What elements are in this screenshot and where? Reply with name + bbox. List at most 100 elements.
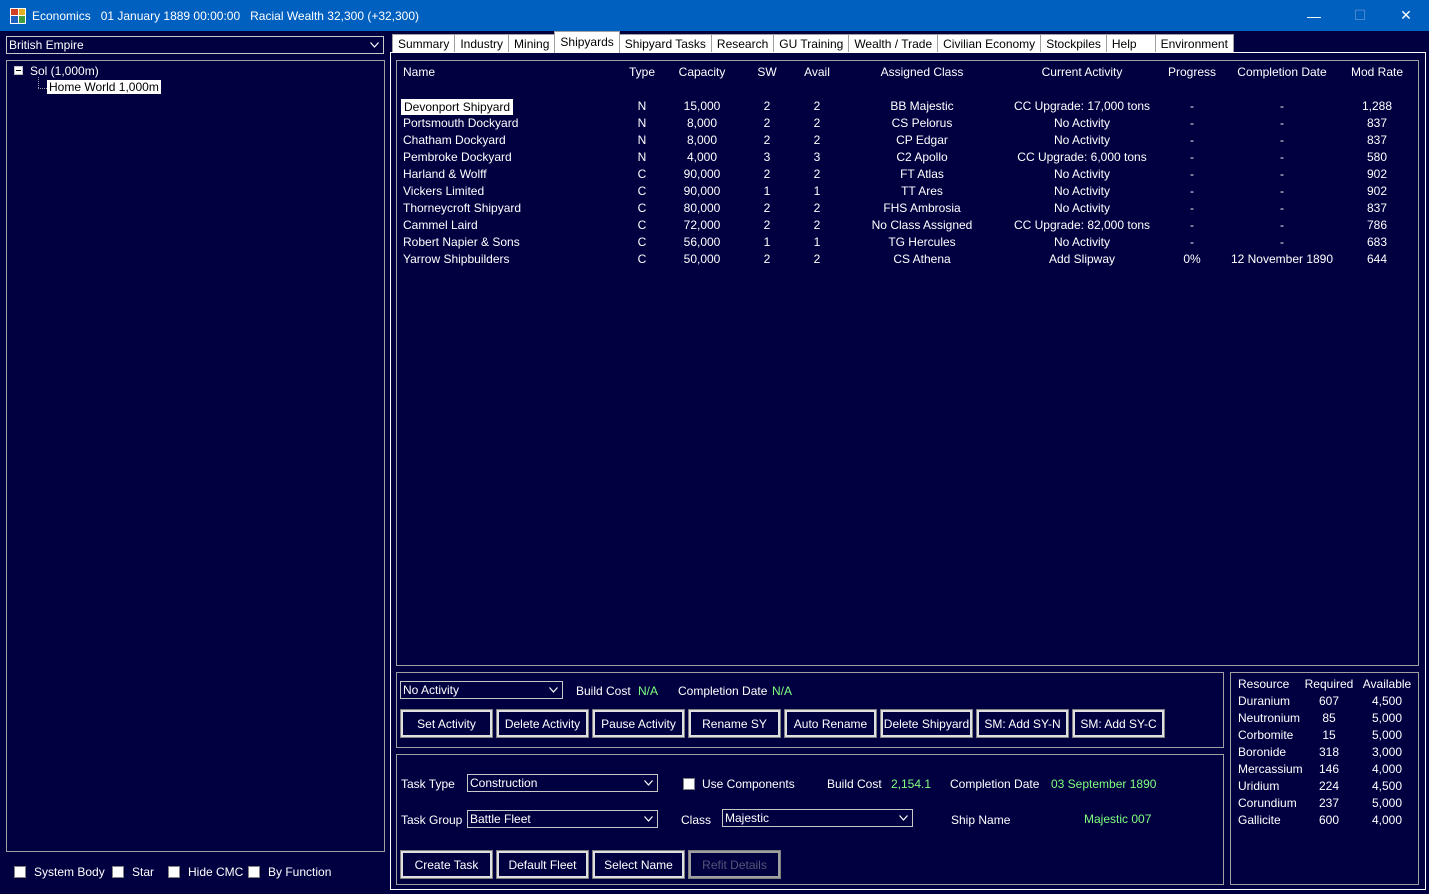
tab-help[interactable]: Help [1105,34,1156,53]
system-body-checkbox[interactable] [14,866,26,878]
chevron-down-icon[interactable] [895,810,912,826]
cell-avail: 2 [813,167,821,181]
close-button[interactable]: ✕ [1383,0,1429,31]
ship-name-value[interactable]: Majestic 007 [1084,812,1151,826]
tree-node-home-world[interactable]: Home World 1,000m [47,80,161,94]
by-function-checkbox[interactable] [248,866,260,878]
cell-completion-date: - [1280,218,1284,232]
empire-select[interactable]: British Empire [6,36,384,54]
create-task-button[interactable]: Create Task [400,850,493,879]
cell-assigned-class: BB Majestic [890,99,954,113]
class-select[interactable]: Majestic [722,809,913,827]
default-fleet-button[interactable]: Default Fleet [496,850,589,879]
maximize-button[interactable]: ☐ [1337,0,1383,31]
tab-civilian-economy[interactable]: Civilian Economy [937,34,1042,53]
header-current-activity[interactable]: Current Activity [1007,65,1157,79]
activity-select-value: No Activity [403,683,460,697]
chevron-down-icon[interactable] [545,682,562,698]
tab-wealth-trade[interactable]: Wealth / Trade [848,34,939,53]
cell-capacity: 90,000 [683,184,721,198]
cell-sw: 2 [763,201,771,215]
cell-name: Devonport Shipyard [401,99,514,115]
tab-shipyard-tasks[interactable]: Shipyard Tasks [618,34,712,53]
task-type-select[interactable]: Construction [467,774,658,792]
refit-details-button[interactable]: Refit Details [688,850,781,879]
use-components-checkbox[interactable] [683,778,695,790]
header-capacity[interactable]: Capacity [667,65,737,79]
cell-type: N [637,133,647,147]
task-group-value: Battle Fleet [470,812,531,826]
tab-stockpiles[interactable]: Stockpiles [1040,34,1107,53]
activity-build-cost-label: Build Cost [576,684,631,698]
hide-cmc-checkbox-row[interactable]: Hide CMC [168,865,243,879]
cell-current-activity: No Activity [1053,116,1110,130]
header-progress[interactable]: Progress [1162,65,1222,79]
cell-completion-date: - [1280,235,1284,249]
header-assigned-class[interactable]: Assigned Class [852,65,992,79]
star-checkbox-row[interactable]: Star [112,865,154,879]
header-name[interactable]: Name [403,65,435,79]
cell-current-activity: CC Upgrade: 17,000 tons [1013,99,1151,113]
chevron-down-icon[interactable] [366,37,383,53]
resource-cell-required: 237 [1318,796,1340,810]
empire-select-value: British Empire [9,38,84,52]
task-type-value: Construction [470,776,538,790]
sm-add-sy-c-button[interactable]: SM: Add SY-C [1072,709,1165,738]
cell-mod-rate: 902 [1366,167,1388,181]
cell-capacity: 8,000 [686,133,718,147]
header-sw[interactable]: SW [747,65,787,79]
cell-avail: 2 [813,252,821,266]
system-body-checkbox-row[interactable]: System Body [14,865,105,879]
auto-rename-button[interactable]: Auto Rename [784,709,877,738]
sm-add-sy-n-button[interactable]: SM: Add SY-N [976,709,1069,738]
header-completion-date[interactable]: Completion Date [1227,65,1337,79]
resource-cell-required: 224 [1318,779,1340,793]
activity-completion-value: N/A [772,684,793,698]
chevron-down-icon[interactable] [640,775,657,791]
resource-cell-resource: Boronide [1238,745,1287,759]
delete-shipyard-button[interactable]: Delete Shipyard [880,709,973,738]
tab-shipyards[interactable]: Shipyards [554,31,620,53]
cell-completion-date: - [1280,184,1284,198]
cell-name: Harland & Wolff [403,167,487,181]
star-checkbox[interactable] [112,866,124,878]
header-type[interactable]: Type [622,65,662,79]
cell-sw: 2 [763,99,771,113]
collapse-icon[interactable] [14,66,23,75]
chevron-down-icon[interactable] [640,811,657,827]
rename-sy-button[interactable]: Rename SY [688,709,781,738]
shipyard-table: Name Type Capacity SW Avail Assigned Cla… [396,60,1419,666]
tab-research[interactable]: Research [710,34,775,53]
minimize-button[interactable]: — [1291,0,1337,31]
activity-select[interactable]: No Activity [400,681,563,699]
cell-avail: 3 [813,150,821,164]
resource-cell-required: 85 [1322,711,1336,725]
task-group-select[interactable]: Battle Fleet [467,810,658,828]
resource-cell-available: 4,500 [1371,779,1403,793]
tab-industry[interactable]: Industry [454,34,510,53]
delete-activity-button[interactable]: Delete Activity [496,709,589,738]
tab-gu-training[interactable]: GU Training [773,34,850,53]
resource-cell-resource: Duranium [1238,694,1291,708]
hide-cmc-checkbox[interactable] [168,866,180,878]
system-body-label: System Body [34,865,105,879]
resource-cell-available: 4,000 [1371,762,1403,776]
cell-type: C [637,218,647,232]
tree-node-sol[interactable]: Sol (1,000m) [30,64,99,78]
cell-progress: - [1190,235,1194,249]
tab-summary[interactable]: Summary [392,34,456,53]
select-name-button[interactable]: Select Name [592,850,685,879]
system-tree-panel: Sol (1,000m) Home World 1,000m [6,60,385,852]
cell-name: Yarrow Shipbuilders [403,252,510,266]
header-mod-rate[interactable]: Mod Rate [1342,65,1412,79]
tab-mining[interactable]: Mining [508,34,556,53]
cell-current-activity: No Activity [1053,167,1110,181]
cell-mod-rate: 644 [1366,252,1388,266]
by-function-checkbox-row[interactable]: By Function [248,865,331,879]
pause-activity-button[interactable]: Pause Activity [592,709,685,738]
set-activity-button[interactable]: Set Activity [400,709,493,738]
tab-environment[interactable]: Environment [1154,34,1234,53]
header-avail[interactable]: Avail [797,65,837,79]
cell-mod-rate: 837 [1366,116,1388,130]
cell-type: C [637,184,647,198]
